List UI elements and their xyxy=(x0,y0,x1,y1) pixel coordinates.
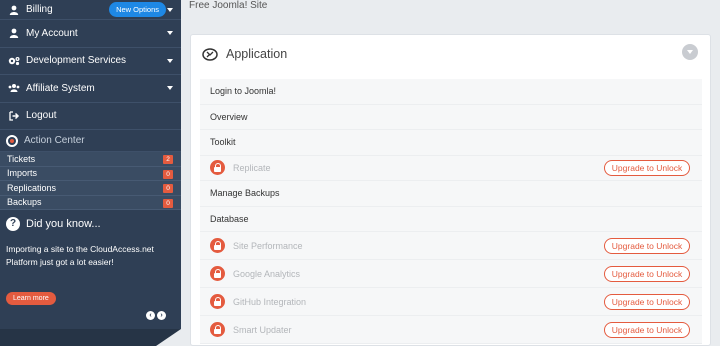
menu-row-replicate: Replicate Upgrade to Unlock xyxy=(200,155,702,181)
nav-label-logout: Logout xyxy=(26,110,57,122)
upgrade-to-unlock-button[interactable]: Upgrade to Unlock xyxy=(604,321,690,338)
upgrade-to-unlock-button[interactable]: Upgrade to Unlock xyxy=(604,293,690,310)
action-center-list: Tickets 2 Imports 0 Replications 0 Backu… xyxy=(0,152,181,210)
application-menu: Login to Joomla! Overview Toolkit Replic… xyxy=(200,79,702,344)
count-badge: 2 xyxy=(163,155,173,164)
menu-row-label: Site Performance xyxy=(233,240,303,251)
upgrade-to-unlock-button[interactable]: Upgrade to Unlock xyxy=(604,159,690,176)
user-icon xyxy=(8,5,20,15)
collapse-toggle-icon[interactable] xyxy=(682,44,698,60)
nav-item-billing[interactable]: Billing New Options xyxy=(0,0,181,20)
users-icon xyxy=(8,83,20,93)
action-item-label: Replications xyxy=(7,182,57,193)
lock-icon xyxy=(210,266,225,281)
action-center-icon xyxy=(6,134,18,147)
menu-row-login[interactable]: Login to Joomla! xyxy=(200,79,702,105)
menu-row-label: Smart Updater xyxy=(233,324,292,335)
did-you-know-text: Importing a site to the CloudAccess.net … xyxy=(6,244,154,267)
nav-label-affiliate-system: Affiliate System xyxy=(26,82,95,94)
new-options-badge[interactable]: New Options xyxy=(109,2,166,17)
nav-label-my-account: My Account xyxy=(26,27,78,39)
menu-row-label: Toolkit xyxy=(210,137,236,148)
cogs-icon xyxy=(8,56,20,66)
menu-row-label: Manage Backups xyxy=(210,188,280,199)
lock-icon xyxy=(210,238,225,253)
nav-label-billing: Billing xyxy=(26,4,53,15)
chevron-down-icon xyxy=(167,86,173,91)
menu-row-toolkit[interactable]: Toolkit xyxy=(200,130,702,156)
action-center-header: Action Center xyxy=(0,130,181,152)
nav-item-logout[interactable]: Logout xyxy=(0,103,181,130)
action-item-label: Backups xyxy=(7,197,42,208)
did-you-know-title: Did you know... xyxy=(26,217,101,230)
sidebar: Billing New Options My Account Developme… xyxy=(0,0,181,346)
next-tip-icon[interactable]: › xyxy=(157,311,166,320)
action-item-label: Imports xyxy=(7,168,38,179)
nav-label-development-services: Development Services xyxy=(26,55,127,67)
action-item-label: Tickets xyxy=(7,153,36,164)
menu-row-site-performance: Site Performance Upgrade to Unlock xyxy=(200,232,702,260)
chevron-down-icon xyxy=(167,58,173,63)
did-you-know-header: ? Did you know... xyxy=(0,210,181,237)
menu-row-label: GitHub Integration xyxy=(233,296,307,307)
logout-icon xyxy=(8,111,20,121)
previous-tip-icon[interactable]: ‹ xyxy=(146,311,155,320)
action-center-title: Action Center xyxy=(24,135,85,146)
nav-item-development-services[interactable]: Development Services xyxy=(0,48,181,75)
menu-row-manage-backups[interactable]: Manage Backups xyxy=(200,181,702,207)
action-item-replications[interactable]: Replications 0 xyxy=(0,181,181,196)
nav-item-my-account[interactable]: My Account xyxy=(0,20,181,48)
menu-row-label: Google Analytics xyxy=(233,268,301,279)
upgrade-to-unlock-button[interactable]: Upgrade to Unlock xyxy=(604,265,690,282)
lock-icon xyxy=(210,160,225,176)
count-badge: 0 xyxy=(163,169,173,179)
menu-row-database[interactable]: Database xyxy=(200,206,702,232)
menu-row-label: Overview xyxy=(210,111,248,122)
sidebar-footer xyxy=(0,329,181,346)
tips-pager: ‹ › xyxy=(146,311,166,320)
learn-more-button[interactable]: Learn more xyxy=(6,292,56,305)
menu-row-label: Replicate xyxy=(233,162,271,173)
question-icon: ? xyxy=(6,216,20,231)
application-card: Application Login to Joomla! Overview To… xyxy=(190,34,711,346)
card-header: Application xyxy=(191,35,710,73)
chevron-down-icon xyxy=(167,7,173,12)
site-title: Free Joomla! Site xyxy=(189,0,268,11)
menu-row-google-analytics: Google Analytics Upgrade to Unlock xyxy=(200,260,702,288)
menu-row-smart-updater: Smart Updater Upgrade to Unlock xyxy=(200,316,702,344)
main-content: Free Joomla! Site Application Login to J… xyxy=(181,0,720,346)
lock-icon xyxy=(210,294,225,309)
card-title: Application xyxy=(226,47,288,61)
joomla-logo-icon xyxy=(202,47,218,61)
menu-row-overview[interactable]: Overview xyxy=(200,104,702,130)
count-badge: 0 xyxy=(163,184,173,193)
chevron-down-icon xyxy=(167,31,173,36)
action-item-tickets[interactable]: Tickets 2 xyxy=(0,152,181,167)
user-icon xyxy=(8,28,20,39)
action-item-imports[interactable]: Imports 0 xyxy=(0,167,181,181)
menu-row-label: Database xyxy=(210,213,249,224)
lock-icon xyxy=(210,322,225,337)
nav-item-affiliate-system[interactable]: Affiliate System xyxy=(0,75,181,103)
count-badge: 0 xyxy=(163,198,173,208)
upgrade-to-unlock-button[interactable]: Upgrade to Unlock xyxy=(604,237,690,254)
menu-row-label: Login to Joomla! xyxy=(210,86,277,97)
menu-row-github-integration: GitHub Integration Upgrade to Unlock xyxy=(200,288,702,316)
action-item-backups[interactable]: Backups 0 xyxy=(0,196,181,210)
